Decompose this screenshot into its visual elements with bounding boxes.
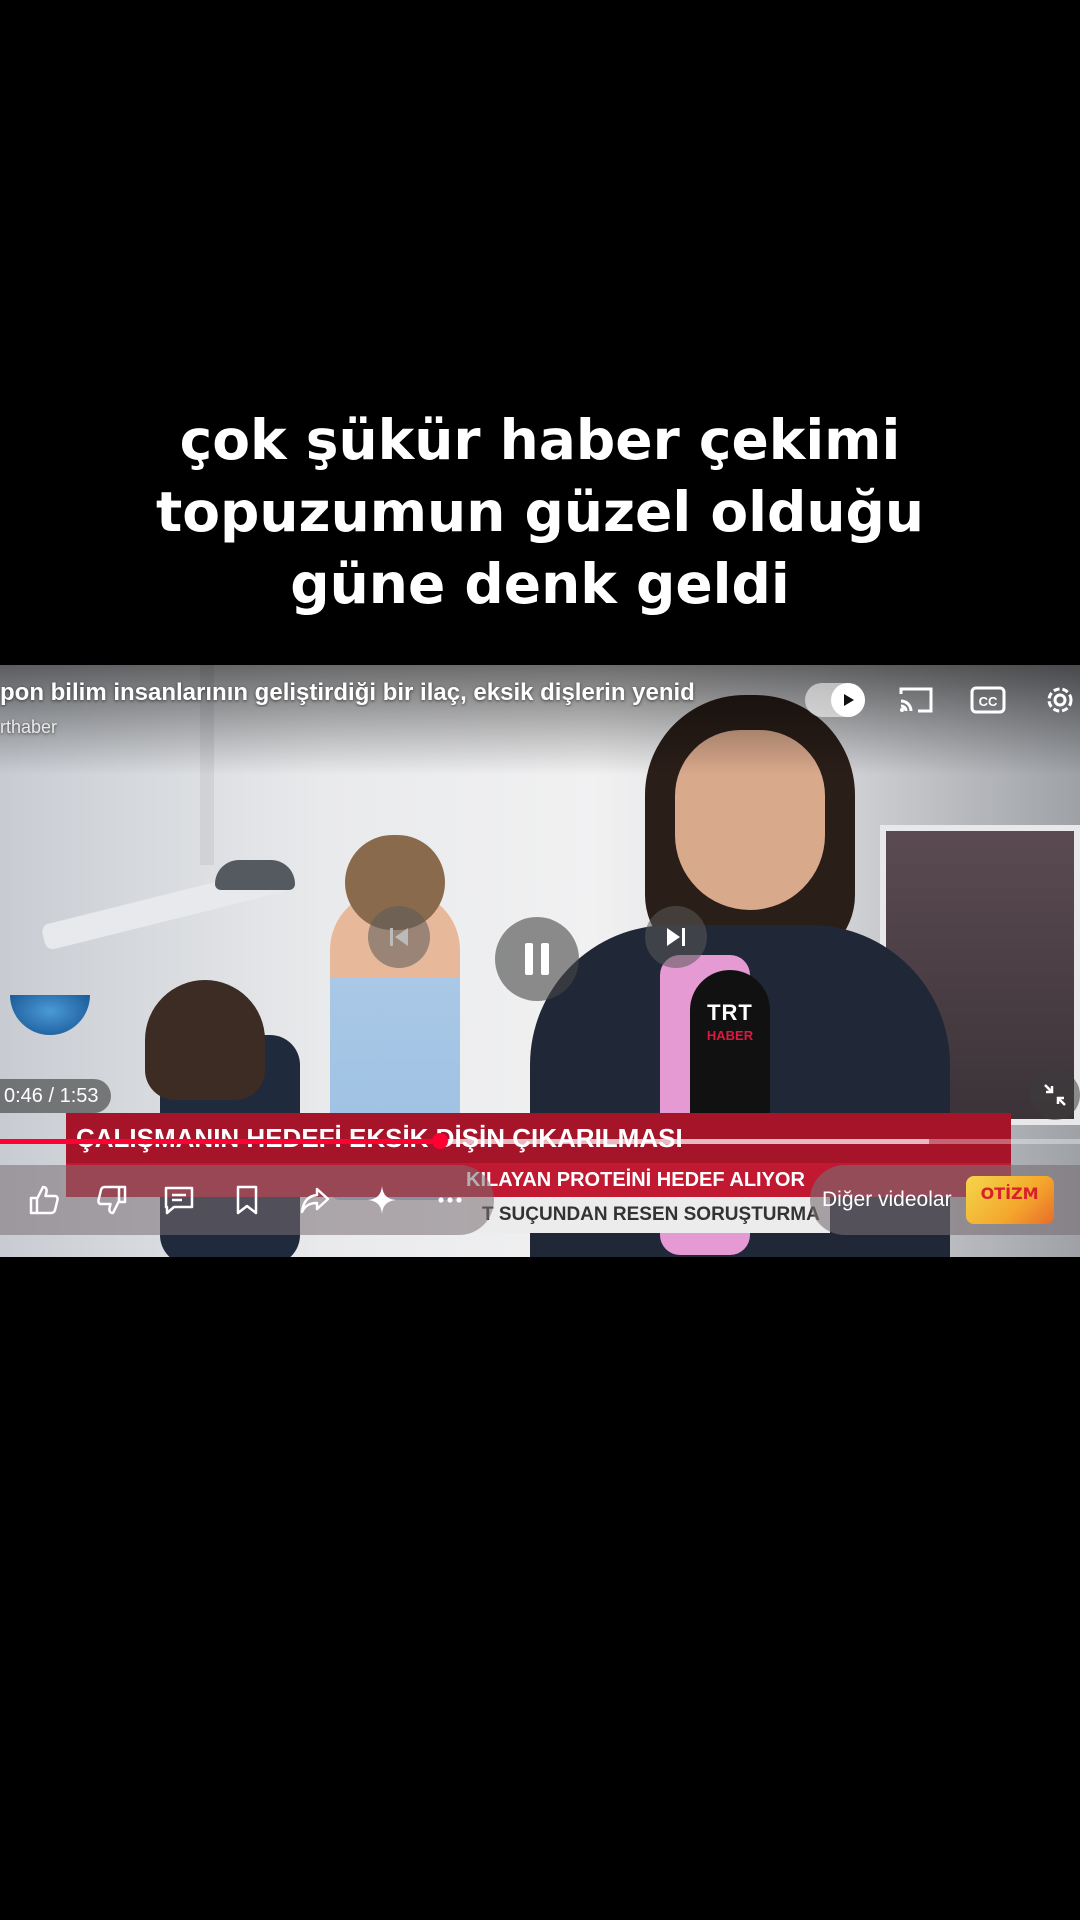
mic-logo: TRT <box>707 1000 753 1025</box>
action-bar <box>0 1165 494 1235</box>
next-button[interactable] <box>645 906 707 968</box>
share-icon <box>300 1187 329 1214</box>
minimize-button[interactable] <box>1030 1070 1080 1120</box>
progress-scrubber[interactable] <box>431 1133 448 1149</box>
video-title[interactable]: pon bilim insanlarının geliştirdiği bir … <box>0 679 720 707</box>
time-display: 0:46 / 1:53 <box>0 1079 111 1113</box>
settings-icon[interactable] <box>1041 683 1079 717</box>
ask-icon <box>368 1186 397 1214</box>
caption-line: çok şükür haber çekimi <box>179 408 901 472</box>
channel-name[interactable]: rthaber <box>0 717 57 738</box>
more-icon <box>438 1197 462 1203</box>
previous-button[interactable] <box>368 906 430 968</box>
more-videos-thumbnail: OTİZM <box>965 1176 1054 1224</box>
pause-icon <box>525 943 549 975</box>
save-icon <box>236 1185 258 1215</box>
caption-line: topuzumun güzel olduğu <box>155 480 925 544</box>
caption-line: güne denk geldi <box>290 552 790 616</box>
like-button[interactable] <box>16 1172 72 1228</box>
news-ticker: T SUÇUNDAN RESEN SORUŞTURMA <box>470 1197 830 1233</box>
autoplay-toggle-icon <box>831 683 865 717</box>
previous-icon <box>390 928 408 946</box>
share-button[interactable] <box>287 1172 343 1228</box>
dislike-icon <box>96 1185 126 1215</box>
pause-button[interactable] <box>495 917 579 1001</box>
scene-dental-lamp <box>215 860 295 890</box>
cast-icon[interactable] <box>897 683 935 717</box>
thumbnail-title: OTİZM <box>980 1184 1039 1203</box>
video-player[interactable]: TRT HABER ÇALIŞMANIN HEDEFİ EKSİK DİŞİN … <box>0 665 1080 1257</box>
svg-text:CC: CC <box>979 694 998 709</box>
mic-logo-sub: HABER <box>706 1028 754 1043</box>
next-icon <box>667 928 685 946</box>
progress-played <box>0 1139 440 1144</box>
scene-patient <box>145 980 265 1100</box>
minimize-icon <box>1044 1084 1066 1106</box>
progress-bar[interactable] <box>0 1133 1080 1149</box>
more-button[interactable] <box>422 1172 478 1228</box>
like-icon <box>29 1185 59 1215</box>
autoplay-toggle[interactable] <box>805 683 865 717</box>
more-videos-label: Diğer videolar <box>822 1188 952 1211</box>
save-button[interactable] <box>219 1172 275 1228</box>
comments-icon <box>165 1186 194 1215</box>
lower-third-headline: ÇALIŞMANIN HEDEFİ EKSİK DİŞİN ÇIKARILMAS… <box>66 1113 1011 1163</box>
caption-text: çok şükür haber çekimi topuzumun güzel o… <box>60 404 1020 620</box>
comments-button[interactable] <box>151 1172 207 1228</box>
more-videos-button[interactable]: Diğer videolar OTİZM <box>810 1165 1080 1235</box>
ask-button[interactable] <box>354 1172 410 1228</box>
dislike-button[interactable] <box>84 1172 140 1228</box>
captions-icon[interactable]: CC <box>969 683 1007 717</box>
